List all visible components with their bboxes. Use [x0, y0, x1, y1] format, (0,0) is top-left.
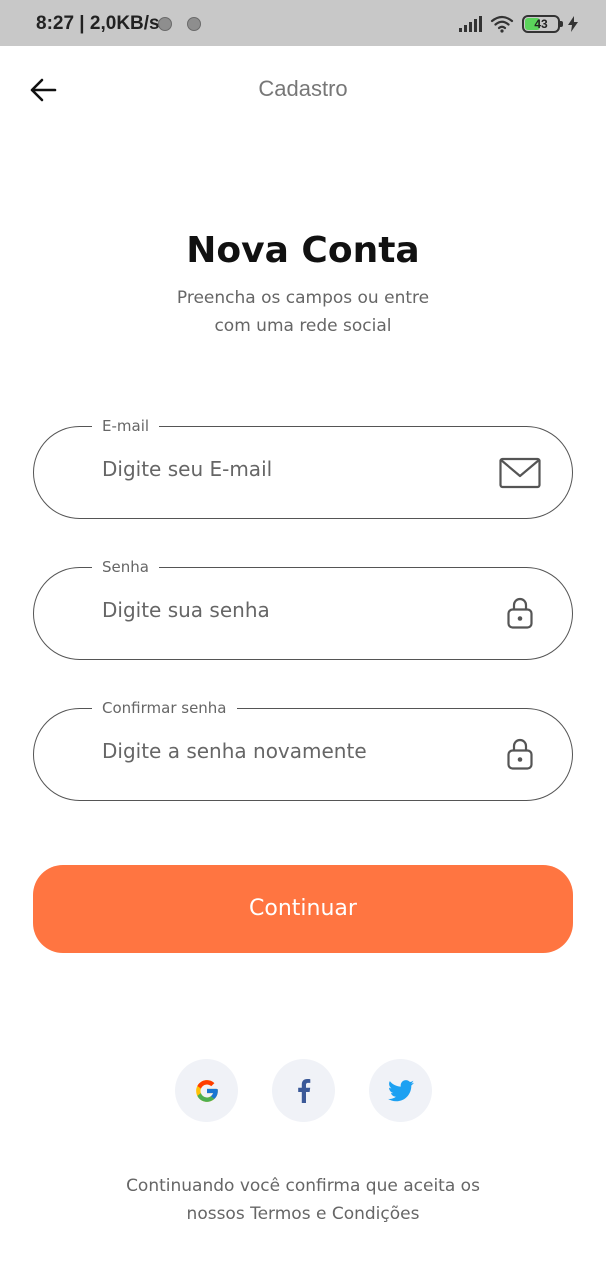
- google-login-button[interactable]: [175, 1059, 238, 1122]
- email-input[interactable]: [102, 457, 482, 481]
- password-field[interactable]: Senha: [33, 558, 573, 660]
- battery-level: 43: [534, 17, 548, 31]
- notification-dot-icon: [187, 17, 201, 31]
- email-label: E-mail: [92, 417, 160, 435]
- battery-icon: 43: [522, 15, 563, 33]
- form-subtitle: Preencha os campos ou entre com uma rede…: [0, 284, 606, 340]
- continue-button[interactable]: Continuar: [33, 865, 573, 953]
- envelope-icon: [499, 457, 541, 489]
- app-bar: Cadastro: [0, 46, 606, 132]
- subtitle-line: Preencha os campos ou entre: [176, 288, 430, 308]
- wifi-icon: [490, 15, 514, 33]
- terms-text: Continuando você confirma que aceita os …: [0, 1172, 606, 1228]
- password-label: Senha: [92, 558, 159, 576]
- notification-dot-icon: [158, 17, 172, 31]
- signal-icon: [459, 16, 482, 32]
- lock-icon: [507, 738, 533, 770]
- facebook-icon: [297, 1078, 310, 1103]
- form-heading: Nova Conta: [186, 230, 420, 271]
- terms-line: Continuando você confirma que aceita os: [126, 1176, 480, 1196]
- terms-link[interactable]: nossos Termos e Condições: [0, 1200, 606, 1228]
- status-bar: 8:27 | 2,0KB/s 43: [0, 0, 606, 46]
- charging-icon: [568, 16, 578, 32]
- password-input[interactable]: [102, 598, 482, 622]
- twitter-icon: [387, 1079, 414, 1101]
- confirm-password-field[interactable]: Confirmar senha: [33, 699, 573, 801]
- subtitle-line: com uma rede social: [214, 316, 392, 336]
- confirm-password-label: Confirmar senha: [92, 699, 237, 717]
- status-time: 8:27 | 2,0KB/s: [36, 13, 160, 34]
- status-icons: 43: [459, 12, 578, 36]
- twitter-login-button[interactable]: [369, 1059, 432, 1122]
- email-field[interactable]: E-mail: [33, 417, 573, 519]
- facebook-login-button[interactable]: [272, 1059, 335, 1122]
- confirm-password-input[interactable]: [102, 739, 482, 763]
- lock-icon: [507, 597, 533, 629]
- google-icon: [195, 1079, 218, 1102]
- page-title: Cadastro: [258, 76, 348, 101]
